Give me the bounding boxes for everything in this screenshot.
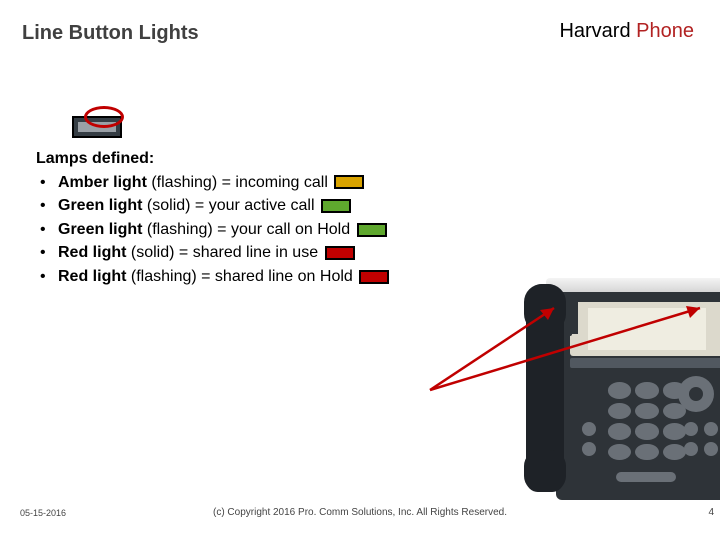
bullet-bold: Amber light [58,174,151,191]
footer-copyright: (c) Copyright 2016 Pro. Comm Solutions, … [0,507,720,518]
lamp-amber-icon [334,175,364,189]
lamp-red-icon [359,270,389,284]
bullet-item: • Green light (solid) = your active call [36,195,466,217]
slide-title: Line Button Lights [22,22,199,45]
softkey-bar [570,358,720,368]
keypad-key [663,444,686,461]
bullet-bold: Red light [58,244,131,261]
phone-screen-inner [588,308,706,350]
bullet-list: • Amber light (flashing) = incoming call… [36,172,466,288]
volume-bar [616,472,676,482]
brand: Harvard Phone [559,20,694,43]
bullet-dot-icon: • [40,219,46,241]
bullet-rest: (solid) = your active call [147,197,315,214]
bullet-item: • Red light (solid) = shared line in use [36,242,466,264]
bullet-item: • Amber light (flashing) = incoming call [36,172,466,194]
lamp-red-icon [325,246,355,260]
feature-button [684,442,698,456]
content-header: Lamps defined: [36,148,466,170]
feature-button [582,422,596,436]
lamp-green-icon [357,223,387,237]
bullet-dot-icon: • [40,266,46,288]
keypad [608,382,686,460]
keypad-key [663,423,686,440]
keypad-key [635,423,658,440]
bullet-bold: Green light [58,221,147,238]
keypad-key [608,423,631,440]
bullet-dot-icon: • [40,242,46,264]
bullet-bold: Red light [58,268,131,285]
bullet-dot-icon: • [40,195,46,217]
keypad-key [608,444,631,461]
lamp-green-icon [321,199,351,213]
keypad-key [635,382,658,399]
keypad-key [635,444,658,461]
keypad-key [635,403,658,420]
feature-button [684,422,698,436]
nav-pad [678,376,714,412]
brand-accent: Phone [636,20,694,42]
footer-page: 4 [708,507,714,518]
bullet-item: • Red light (flashing) = shared line on … [36,266,466,288]
brand-main: Harvard [559,20,636,42]
bullet-rest: (flashing) = incoming call [151,174,328,191]
feature-button [704,422,718,436]
phone-body [556,292,720,500]
phone-screen [570,302,720,356]
phone-illustration [520,248,720,504]
callout-circle-icon [84,106,124,128]
feature-button [582,442,596,456]
bullet-rest: (solid) = shared line in use [131,244,318,261]
bullet-rest: (flashing) = shared line on Hold [131,268,353,285]
bullet-dot-icon: • [40,172,46,194]
bullet-rest: (flashing) = your call on Hold [147,221,350,238]
bullet-item: • Green light (flashing) = your call on … [36,219,466,241]
keypad-key [608,382,631,399]
bullet-bold: Green light [58,197,147,214]
content-block: Lamps defined: • Amber light (flashing) … [36,148,466,290]
feature-button [704,442,718,456]
keypad-key [608,403,631,420]
lamp-header-graphic [72,100,126,150]
handset [526,284,564,492]
slide: Line Button Lights Harvard Phone Lamps d… [0,0,720,540]
